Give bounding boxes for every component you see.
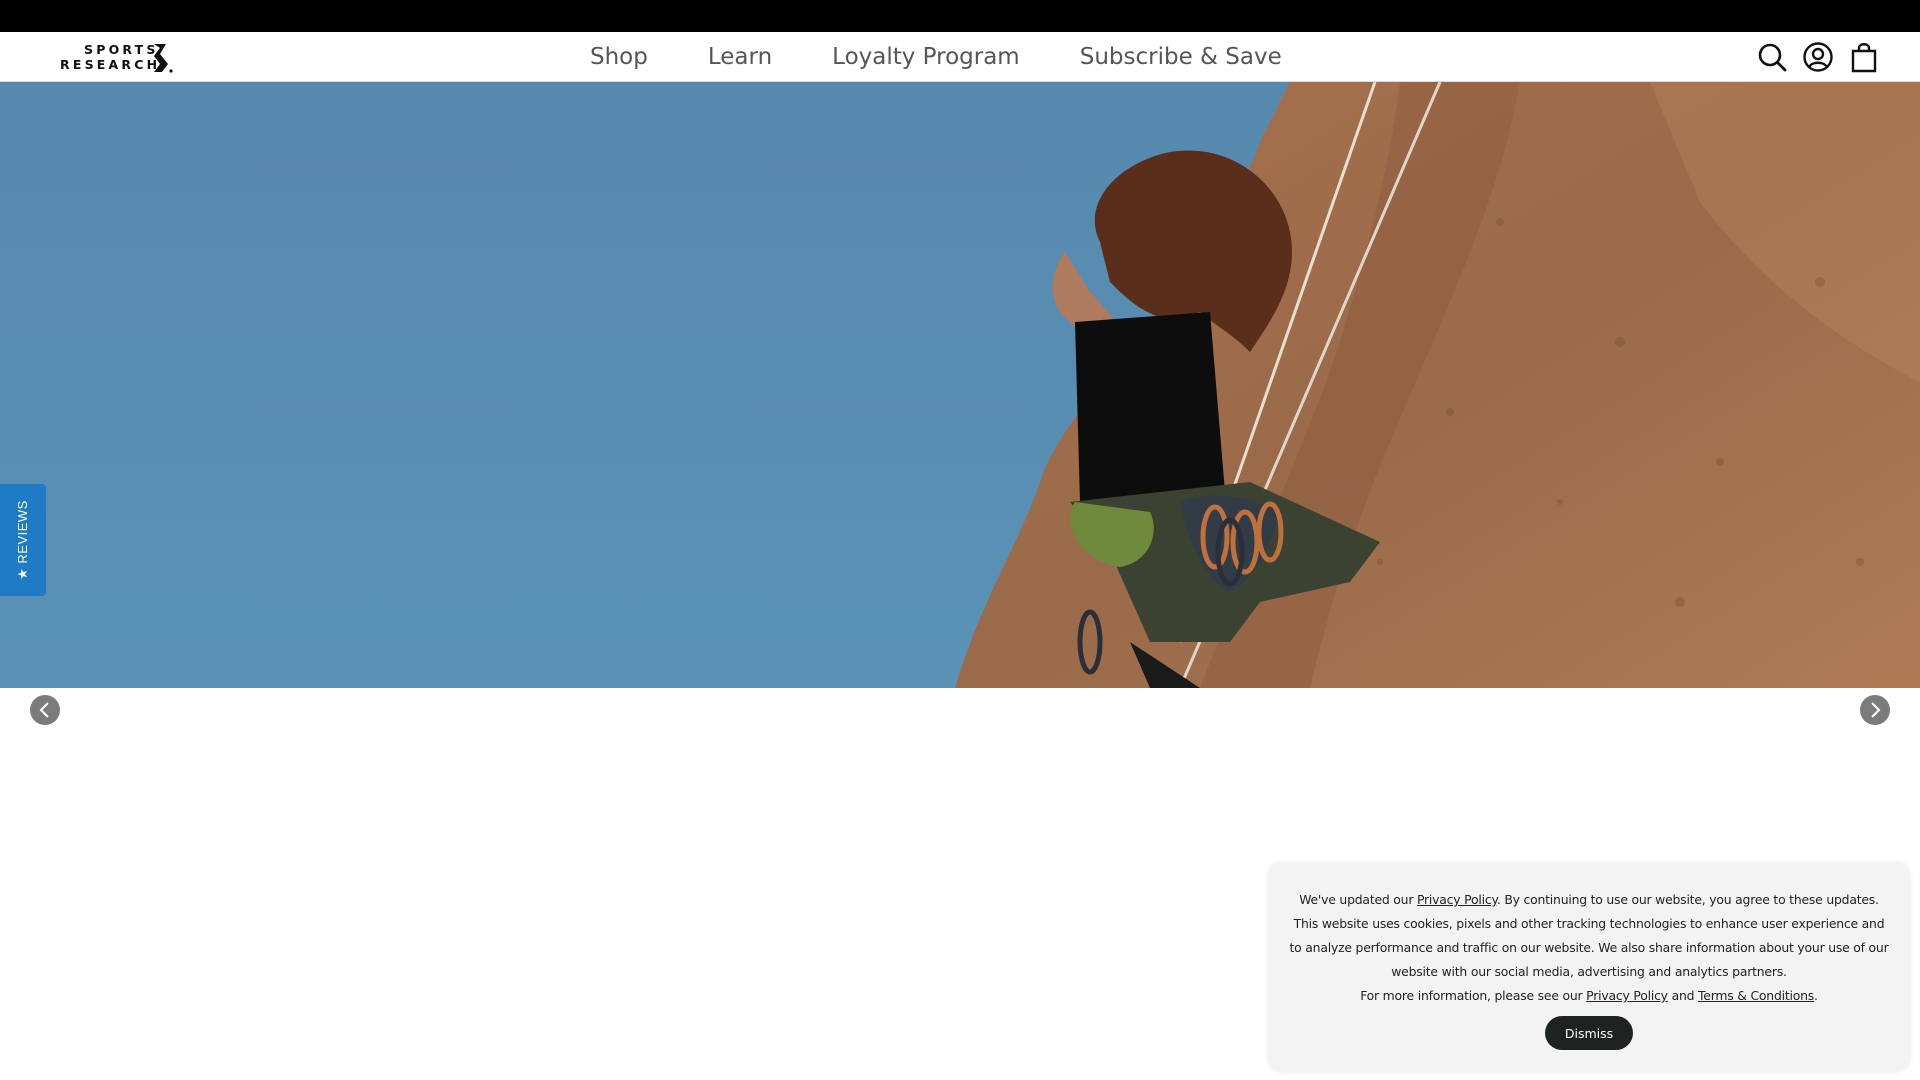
cookie-text: We've updated our Privacy Policy. By con… — [1288, 888, 1890, 1008]
cookie-banner: We've updated our Privacy Policy. By con… — [1268, 862, 1910, 1072]
nav-subscribe-save[interactable]: Subscribe & Save — [1080, 44, 1282, 70]
announcement-bar — [0, 0, 1920, 32]
cookie-more-info: For more information, please see our — [1360, 988, 1587, 1003]
chevron-right-icon — [1871, 702, 1881, 718]
header-icons — [1756, 39, 1880, 75]
cookie-period: . — [1814, 988, 1818, 1003]
nav-loyalty-program[interactable]: Loyalty Program — [832, 44, 1020, 70]
carousel-next-button[interactable] — [1860, 695, 1890, 725]
cookie-and: and — [1667, 988, 1699, 1003]
dismiss-button[interactable]: Dismiss — [1544, 1016, 1634, 1050]
logo-line-2: RESEARCH — [60, 57, 161, 72]
reviews-tab[interactable]: ★ REVIEWS — [0, 484, 46, 596]
main-nav: Shop Learn Loyalty Program Subscribe & S… — [590, 32, 1282, 82]
account-icon[interactable] — [1802, 41, 1834, 73]
terms-conditions-link[interactable]: Terms & Conditions — [1698, 988, 1814, 1003]
search-icon[interactable] — [1756, 41, 1788, 73]
hero-banner — [0, 82, 1920, 688]
carousel-prev-button[interactable] — [30, 695, 60, 725]
privacy-policy-link[interactable]: Privacy Policy — [1417, 892, 1497, 907]
cookie-text-intro: We've updated our — [1299, 892, 1417, 907]
hero-image-climber — [955, 82, 1920, 688]
nav-shop[interactable]: Shop — [590, 44, 648, 70]
nav-learn[interactable]: Learn — [708, 44, 772, 70]
site-header: SPORTS RESEARCH Shop Learn Loyalty Progr… — [0, 32, 1920, 82]
cart-icon[interactable] — [1848, 41, 1880, 73]
reviews-tab-label: ★ REVIEWS — [15, 500, 30, 580]
logo-mark-icon — [154, 44, 173, 73]
logo-line-1: SPORTS — [84, 42, 159, 57]
privacy-policy-link-2[interactable]: Privacy Policy — [1586, 988, 1668, 1003]
sports-research-logo[interactable]: SPORTS RESEARCH — [60, 40, 180, 74]
chevron-left-icon — [39, 702, 49, 718]
